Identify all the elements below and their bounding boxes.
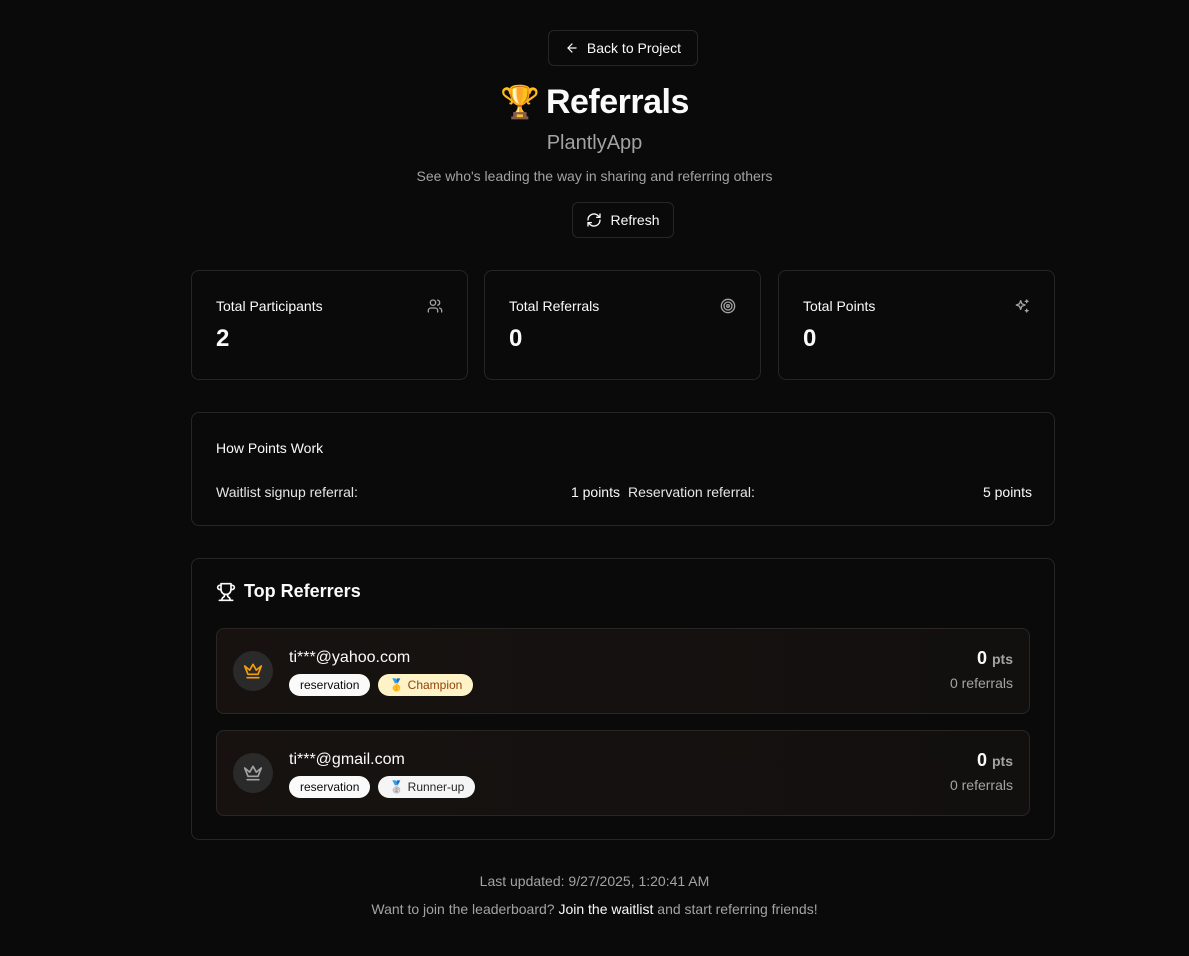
crown-silver-icon xyxy=(243,765,263,781)
points-value: 0 xyxy=(976,648,987,668)
points-rule-reservation: Reservation referral: 5 points xyxy=(628,484,1032,504)
rule-value: 5 points xyxy=(982,484,1032,500)
stat-label: Total Referrals xyxy=(509,298,600,314)
target-icon xyxy=(720,298,736,314)
project-name: PlantlyApp xyxy=(546,132,643,154)
stat-card-referrals: Total Referrals 0 xyxy=(484,270,761,380)
stat-value: 0 xyxy=(803,325,817,352)
stat-label: Total Points xyxy=(803,298,876,314)
sparkles-icon xyxy=(1015,299,1029,313)
how-points-title: How Points Work xyxy=(216,440,324,456)
back-button-label: Back to Project xyxy=(586,40,682,56)
avatar xyxy=(233,651,273,691)
referrer-row: ti***@gmail.com reservation 🥈 Runner-up … xyxy=(216,730,1030,816)
page-title: 🏆 Referrals xyxy=(0,80,1189,124)
referrer-score: 0 pts 0 referrals xyxy=(950,750,1013,793)
stat-card-points: Total Points 0 xyxy=(778,270,1055,380)
points-unit: pts xyxy=(992,753,1013,769)
points-unit: pts xyxy=(992,651,1013,667)
stat-card-participants: Total Participants 2 xyxy=(191,270,468,380)
stat-label: Total Participants xyxy=(216,298,323,314)
referrer-score: 0 pts 0 referrals xyxy=(950,648,1013,691)
source-badge: reservation xyxy=(289,776,371,798)
referrer-row: ti***@yahoo.com reservation 🥇 Champion 0… xyxy=(216,628,1030,714)
top-referrers-header: Top Referrers xyxy=(216,581,361,602)
avatar xyxy=(233,753,273,793)
referrer-badges: reservation 🥈 Runner-up xyxy=(289,776,476,798)
page-title-text: Referrals xyxy=(545,82,689,121)
rule-value: 1 points xyxy=(570,484,620,500)
rank-badge: 🥇 Champion xyxy=(378,674,474,696)
refresh-button[interactable]: Refresh xyxy=(572,202,674,238)
source-badge: reservation xyxy=(289,674,371,696)
rule-label: Waitlist signup referral: xyxy=(216,484,358,500)
join-waitlist-link[interactable]: Join the waitlist xyxy=(558,901,653,917)
join-prefix: Want to join the leaderboard? xyxy=(371,901,555,917)
referrer-badges: reservation 🥇 Champion xyxy=(289,674,474,696)
arrow-left-icon xyxy=(567,43,577,53)
stat-value: 2 xyxy=(216,325,230,352)
stat-value: 0 xyxy=(509,325,523,352)
join-leaderboard-text: Want to join the leaderboard? Join the w… xyxy=(0,901,1189,917)
points-value: 0 xyxy=(976,750,987,770)
users-icon xyxy=(427,299,443,313)
top-referrers-title: Top Referrers xyxy=(244,581,361,601)
rule-label: Reservation referral: xyxy=(628,484,755,500)
points-rule-waitlist: Waitlist signup referral: 1 points xyxy=(216,484,620,504)
trophy-icon xyxy=(216,582,236,601)
join-suffix: and start referring friends! xyxy=(657,901,818,917)
crown-gold-icon xyxy=(243,663,263,679)
referrer-email: ti***@gmail.com xyxy=(289,751,405,768)
trophy-emoji-icon: 🏆 xyxy=(500,84,540,120)
page-subtitle: See who's leading the way in sharing and… xyxy=(416,168,773,184)
refresh-icon xyxy=(587,213,602,227)
rank-badge: 🥈 Runner-up xyxy=(378,776,476,798)
back-to-project-button[interactable]: Back to Project xyxy=(548,30,698,66)
referral-count: 0 referrals xyxy=(949,777,1013,793)
last-updated: Last updated: 9/27/2025, 1:20:41 AM xyxy=(479,873,710,889)
top-referrers-card: Top Referrers ti***@yahoo.com reservatio… xyxy=(191,558,1055,840)
refresh-button-label: Refresh xyxy=(610,212,660,228)
referral-count: 0 referrals xyxy=(949,675,1013,691)
referrer-email: ti***@yahoo.com xyxy=(289,649,411,666)
referrals-page: Back to Project 🏆 Referrals PlantlyApp S… xyxy=(0,0,1189,956)
how-points-work-card: How Points Work Waitlist signup referral… xyxy=(191,412,1055,526)
